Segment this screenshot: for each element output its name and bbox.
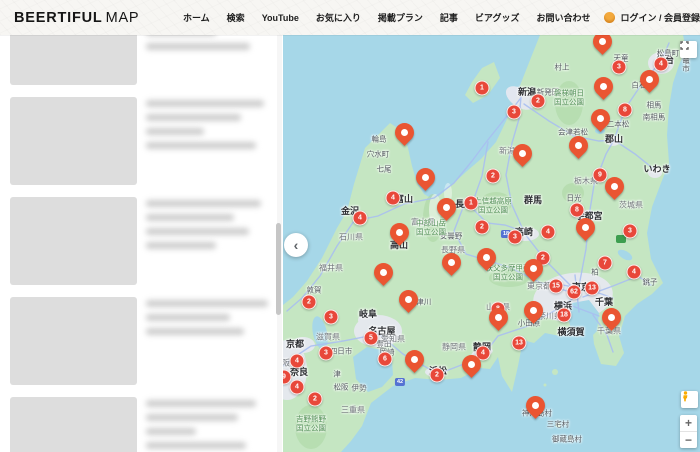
zoom-out-button[interactable]: −: [680, 432, 697, 448]
cluster-marker[interactable]: 15: [549, 279, 564, 294]
nav-item-ビアグッズ[interactable]: ビアグッズ: [475, 11, 520, 24]
text-line-blur: [146, 328, 244, 335]
nav-item-検索[interactable]: 検索: [227, 11, 245, 24]
cluster-marker[interactable]: 13: [585, 281, 600, 296]
cluster-marker[interactable]: 5: [364, 331, 379, 346]
text-line-blur: [146, 114, 241, 121]
cluster-marker[interactable]: 7: [598, 256, 613, 271]
results-list: [0, 35, 272, 452]
text-line-blur: [146, 300, 268, 307]
scrollbar-thumb[interactable]: [276, 223, 281, 315]
cluster-marker[interactable]: 4: [386, 191, 401, 206]
list-item[interactable]: [0, 291, 272, 391]
sidebar-scrollbar[interactable]: [277, 35, 282, 452]
listing-photo: [10, 297, 137, 385]
listing-photo: [10, 197, 137, 285]
cluster-marker[interactable]: 4: [654, 57, 669, 72]
cluster-marker[interactable]: 6: [378, 352, 393, 367]
map-base: [283, 35, 700, 452]
user-icon: [604, 12, 615, 23]
cluster-marker[interactable]: 4: [290, 354, 305, 369]
login-button[interactable]: ログイン / 会員登録: [604, 11, 700, 24]
text-line-blur: [146, 442, 246, 449]
nav-item-お気に入り[interactable]: お気に入り: [316, 11, 361, 24]
listing-photo: [10, 35, 137, 85]
nav-item-YouTube[interactable]: YouTube: [262, 13, 299, 23]
text-line-blur: [146, 242, 216, 249]
listing-text: [146, 397, 272, 452]
site-logo[interactable]: BEERTIFULMAP: [14, 10, 139, 26]
listing-text: [146, 97, 272, 185]
logo-secondary: MAP: [106, 10, 140, 26]
fullscreen-button[interactable]: [680, 41, 697, 58]
listing-text: [146, 35, 272, 85]
road-shield: 42: [395, 378, 405, 386]
cluster-marker[interactable]: 8: [618, 103, 633, 118]
text-line-blur: [146, 142, 256, 149]
list-item[interactable]: [0, 191, 272, 291]
cluster-marker[interactable]: 3: [319, 346, 334, 361]
cluster-marker[interactable]: 4: [353, 211, 368, 226]
nav-item-掲載プラン[interactable]: 掲載プラン: [378, 11, 423, 24]
cluster-marker[interactable]: 3: [623, 224, 638, 239]
text-line-blur: [146, 128, 204, 135]
list-item[interactable]: [0, 91, 272, 191]
text-line-blur: [146, 214, 234, 221]
cluster-marker[interactable]: 1: [475, 81, 490, 96]
list-item[interactable]: [0, 35, 272, 91]
listing-text: [146, 197, 272, 285]
cluster-marker[interactable]: 18: [557, 308, 572, 323]
cluster-marker[interactable]: 3: [612, 60, 627, 75]
cluster-marker[interactable]: 3: [507, 105, 522, 120]
cluster-marker[interactable]: 62: [567, 285, 582, 300]
nav-item-お問い合わせ[interactable]: お問い合わせ: [536, 11, 590, 24]
text-line-blur: [146, 35, 216, 36]
cluster-marker[interactable]: 13: [512, 336, 527, 351]
listing-text: [146, 297, 272, 385]
text-line-blur: [146, 414, 238, 421]
text-line-blur: [146, 200, 261, 207]
text-line-blur: [146, 43, 250, 50]
pegman-icon: [681, 391, 690, 402]
cluster-marker[interactable]: 4: [627, 265, 642, 280]
logo-primary: BEERTIFUL: [14, 10, 103, 26]
results-sidebar: [0, 35, 283, 452]
header: BEERTIFULMAP ホーム 検索 YouTube お気に入り 掲載プラン 記事 ビアグ…: [0, 0, 700, 35]
cluster-marker[interactable]: 2: [430, 368, 445, 383]
cluster-marker[interactable]: 4: [290, 380, 305, 395]
cluster-marker[interactable]: 2: [475, 220, 490, 235]
cluster-marker[interactable]: 2: [531, 94, 546, 109]
street-view-pegman-button[interactable]: [681, 391, 698, 408]
zoom-control: + −: [680, 415, 697, 448]
sidebar-collapse-button[interactable]: ‹: [284, 233, 308, 257]
login-label: ログイン / 会員登録: [620, 11, 700, 24]
nav: ホーム 検索 YouTube お気に入り 掲載プラン 記事 ビアグッズ お問い合わせ: [183, 11, 591, 24]
text-line-blur: [146, 428, 196, 435]
cluster-marker[interactable]: 4: [541, 225, 556, 240]
chevron-left-icon: ‹: [294, 238, 299, 252]
nav-item-記事[interactable]: 記事: [440, 11, 458, 24]
zoom-in-button[interactable]: +: [680, 415, 697, 432]
cluster-marker[interactable]: 8: [570, 203, 585, 218]
cluster-marker[interactable]: 2: [486, 169, 501, 184]
cluster-marker[interactable]: 3: [324, 310, 339, 325]
cluster-marker[interactable]: 2: [308, 392, 323, 407]
list-item[interactable]: [0, 391, 272, 452]
text-line-blur: [146, 314, 230, 321]
nav-item-ホーム[interactable]: ホーム: [183, 11, 210, 24]
cluster-marker[interactable]: 3: [508, 230, 523, 245]
cluster-marker[interactable]: 2: [302, 295, 317, 310]
fullscreen-icon: [680, 41, 689, 50]
beertiful-map-app: BEERTIFULMAP ホーム 検索 YouTube お気に入り 掲載プラン 記事 ビアグ…: [0, 0, 700, 452]
map-canvas[interactable]: 新潟仙台金沢富山東京横浜千葉名古屋京都静岡浜松高崎宇都宮郡山いわき高山長野群馬横…: [283, 35, 700, 452]
listing-photo: [10, 97, 137, 185]
cluster-marker[interactable]: 9: [593, 168, 608, 183]
text-line-blur: [146, 400, 256, 407]
listing-photo: [10, 397, 137, 452]
text-line-blur: [146, 228, 249, 235]
text-line-blur: [146, 100, 264, 107]
cluster-marker[interactable]: 1: [464, 196, 479, 211]
